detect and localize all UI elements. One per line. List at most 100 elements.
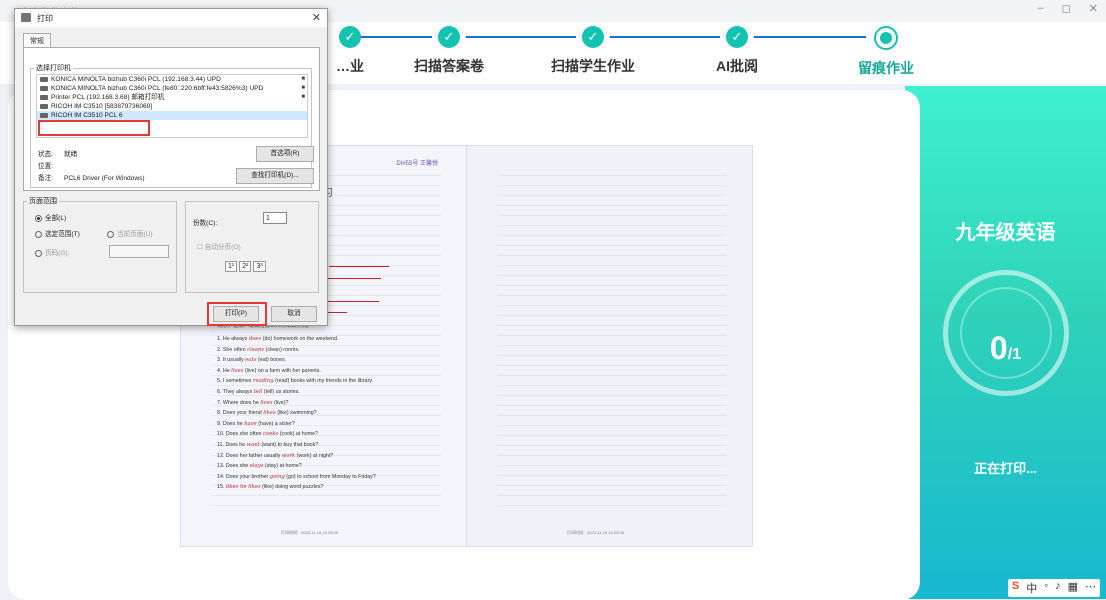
- ime-menu-icon[interactable]: ⋯: [1085, 580, 1096, 596]
- question-text: 2. She often: [217, 346, 246, 353]
- radio-icon: [35, 214, 42, 222]
- dialog-titlebar: 打印 ✕: [15, 9, 327, 27]
- worksheet-line: 14. Does your brother going (go) to scho…: [217, 472, 457, 483]
- collate-icon: 1¹ 2² 3³: [225, 261, 268, 272]
- handwritten-answer: eats: [245, 357, 257, 364]
- printer-status-icon: ■: [301, 85, 305, 91]
- printer-name: KONICA MINOLTA bizhub C360i PCL (fe80::2…: [51, 85, 264, 92]
- tab-general[interactable]: 常规: [23, 33, 51, 48]
- handwritten-answer: have: [244, 420, 257, 427]
- close-icon[interactable]: ✕: [312, 11, 321, 24]
- range-pages-radio[interactable]: 页码(G):: [35, 247, 70, 257]
- step-label: 扫描学生作业: [551, 58, 635, 74]
- printer-item[interactable]: KONICA MINOLTA bizhub C360i PCL (fe80::2…: [37, 84, 307, 93]
- highlight-box: [38, 120, 150, 136]
- step-ai-review: ✓ AI批阅: [677, 26, 797, 76]
- worksheet-footer: 打印时间：2023-11-19 14:23:08: [567, 530, 624, 535]
- handwritten-answer: likes: [263, 410, 276, 417]
- current-step-icon: [874, 26, 898, 50]
- printer-name: KONICA MINOLTA bizhub C360i PCL (192.168…: [51, 76, 221, 83]
- progress-done: 0: [989, 330, 1008, 366]
- ime-toolbar[interactable]: S 中 ◦ ♪ ▦ ⋯: [1007, 579, 1100, 597]
- handwritten-answer: likes he likes: [225, 484, 261, 491]
- question-rest: (cook) at home?: [279, 431, 318, 438]
- question-rest: (live)?: [274, 399, 289, 406]
- question-rest: (like) doing word puzzles?: [262, 484, 324, 491]
- question-text: 9. Does he: [217, 420, 243, 427]
- worksheet-line: 4. He lives (live) on a farm with her pa…: [217, 366, 457, 377]
- preferences-button[interactable]: 首选项(R): [256, 146, 314, 162]
- range-all-radio[interactable]: 全部(L): [35, 212, 66, 222]
- location-label: 位置:: [38, 163, 54, 170]
- worksheet-line: 12. Does her father usually work (work) …: [217, 451, 457, 462]
- collate-label: 自动分页(O): [204, 244, 241, 251]
- find-printer-button[interactable]: 查找打印机(D)...: [236, 168, 314, 184]
- print-dialog: 打印 ✕ 常规 选择打印机 KONICA MINOLTA bizhub C360…: [14, 8, 328, 326]
- printer-icon: [21, 13, 31, 22]
- question-text: 1. He always: [217, 336, 248, 342]
- printer-item[interactable]: Printer PCL (192.168.3.68) 邮箱打印机 ■: [37, 93, 307, 102]
- progress-count: 0/1: [905, 330, 1106, 367]
- dialog-title: 打印: [37, 14, 53, 23]
- copies-label: 份数(C):: [193, 220, 218, 227]
- handwritten-answer: does: [248, 336, 262, 342]
- question-text: 6. They always: [217, 388, 253, 395]
- ime-punct-icon[interactable]: ◦: [1044, 580, 1048, 596]
- check-icon: ✓: [582, 26, 604, 48]
- printer-item-selected[interactable]: RICOH IM C3510 PCL 6: [37, 111, 307, 120]
- step-label: AI批阅: [716, 58, 758, 74]
- ime-lang[interactable]: 中: [1026, 580, 1037, 596]
- question-text: 3. It usually: [217, 357, 244, 364]
- window-controls: – ◻ ✕: [1038, 2, 1098, 15]
- worksheet-line: 11. Does he want (want) to buy that book…: [217, 440, 457, 451]
- worksheet-line: 13. Does she stays (stay) at home?: [217, 461, 457, 472]
- step-scan-student: ✓ 扫描学生作业: [533, 26, 653, 76]
- question-rest: (tell) us stories.: [263, 388, 300, 395]
- check-icon: ✓: [438, 26, 460, 48]
- copies-stepper[interactable]: 1: [263, 212, 287, 224]
- worksheet-page-right: 打印时间：2023-11-19 14:23:08: [466, 145, 753, 547]
- handwritten-answer: stays: [249, 463, 264, 470]
- progress-total: /1: [1007, 346, 1022, 363]
- question-text: 12. Does her father usually: [217, 452, 281, 459]
- handwritten-answer: going: [269, 473, 285, 480]
- ime-voice-icon[interactable]: ♪: [1055, 580, 1061, 596]
- printer-item[interactable]: RICOH IM C3510 [583879736069]: [37, 102, 307, 111]
- handwritten-answer: tell: [253, 388, 263, 395]
- handwritten-answer: want: [246, 441, 260, 448]
- status-label: 状态:: [38, 151, 54, 158]
- printer-item[interactable]: KONICA MINOLTA bizhub C360i PCL (192.168…: [37, 75, 307, 84]
- maximize-icon[interactable]: ◻: [1062, 2, 1071, 15]
- question-text: 7. Where does he: [217, 399, 259, 406]
- minimize-icon[interactable]: –: [1038, 2, 1044, 15]
- question-rest: (do) homework on the weekend.: [262, 336, 339, 342]
- range-selection-radio[interactable]: 选定范围(T): [35, 228, 80, 238]
- ime-keyboard-icon[interactable]: ▦: [1068, 580, 1078, 596]
- page-range-input[interactable]: [109, 245, 169, 258]
- comment-value: PCL6 Driver (For Windows): [64, 175, 145, 182]
- handwritten-answer: work: [281, 452, 296, 459]
- question-rest: (eat) bones.: [257, 357, 287, 364]
- cancel-button[interactable]: 取消: [271, 306, 317, 322]
- printer-name: Printer PCL (192.168.3.68) 邮箱打印机: [51, 94, 165, 101]
- question-text: 14. Does your brother: [217, 473, 269, 480]
- question-rest: (work) at night?: [296, 452, 334, 459]
- worksheet-line: 10. Does she often cooks (cook) at home?: [217, 429, 457, 440]
- print-status: 正在打印...: [974, 461, 1037, 476]
- question-text: 11. Does he: [217, 441, 246, 448]
- print-button[interactable]: 打印(P): [213, 306, 259, 322]
- step-label: 留痕作业: [858, 60, 914, 76]
- collate-checkbox[interactable]: ☐ 自动分页(O): [197, 241, 241, 251]
- handwritten-answer: lives: [260, 399, 273, 406]
- range-current-radio[interactable]: 当前页面(U): [107, 228, 153, 238]
- subject-title: 九年级英语: [955, 222, 1056, 244]
- question-text: 15.: [217, 484, 225, 491]
- close-icon[interactable]: ✕: [1089, 2, 1098, 15]
- progress-side-panel: 九年级英语 0/1 正在打印...: [905, 86, 1106, 599]
- printer-name: RICOH IM C3510 PCL 6: [51, 112, 123, 119]
- worksheet-line: 7. Where does he lives (live)?: [217, 398, 457, 409]
- question-rest: (want) to buy that book?: [261, 441, 319, 448]
- handwritten-answer: lives: [231, 367, 244, 374]
- tab-general-body: 选择打印机 KONICA MINOLTA bizhub C360i PCL (1…: [23, 47, 320, 191]
- worksheet-line: 2. She often cleans (clean) rooms.: [217, 345, 457, 356]
